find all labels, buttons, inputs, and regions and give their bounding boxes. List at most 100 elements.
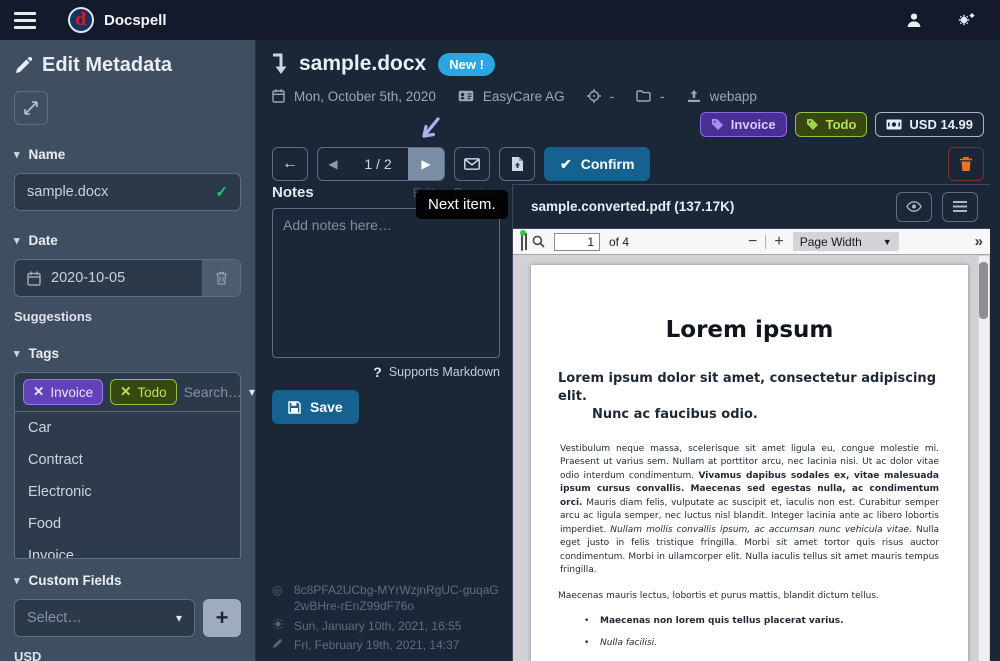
item-info: ◎ 8c8PFA2UCbg-MYrWzjnRgUC-guqaG2wBHre-rE… [272, 579, 500, 653]
user-icon[interactable] [896, 12, 932, 28]
chevron-down-icon: ▾ [249, 385, 255, 399]
caret-down-icon: ▾ [14, 574, 20, 587]
pdf-bullet-item: Maecenas non lorem quis tellus placerat … [558, 615, 941, 628]
item-pager: ◀ 1 / 2 ▶ [317, 147, 445, 181]
tag-icon [711, 118, 724, 131]
caret-down-icon: ▾ [14, 347, 20, 360]
updated-date: Fri, February 19th, 2021, 14:37 [294, 637, 459, 653]
crosshair-icon [587, 89, 601, 103]
date-input[interactable]: 2020-10-05 [15, 270, 202, 286]
pdf-scrollbar[interactable] [978, 256, 989, 661]
floppy-icon [288, 401, 301, 414]
tag-option[interactable]: Electronic [15, 476, 240, 508]
notes-title: Notes [272, 184, 314, 201]
item-header: sample.docx New ! Mon, October 5th, 2020… [256, 40, 1000, 137]
page-count-label: of 4 [609, 235, 629, 249]
custom-field-select[interactable]: Select… ▾ [14, 599, 195, 637]
markdown-hint[interactable]: Supports Markdown [389, 365, 500, 379]
id-card-icon [458, 90, 474, 102]
currency-label: USD [14, 649, 241, 661]
caret-left-icon: ◀ [328, 157, 337, 171]
folder-icon [636, 90, 651, 102]
tag-option[interactable]: Invoice [15, 540, 240, 559]
trash-icon [215, 271, 228, 285]
folder-value[interactable]: - [660, 89, 665, 104]
delete-item-button[interactable] [948, 147, 984, 181]
envelope-icon [464, 158, 480, 170]
close-icon[interactable]: ✕ [33, 384, 44, 400]
expand-sidebar-button[interactable] [14, 91, 48, 125]
notes-textarea[interactable] [272, 208, 500, 358]
upload-icon [687, 89, 701, 103]
tags-multiselect[interactable]: ✕ Invoice ✕ Todo Search… ▾ [14, 372, 241, 412]
source: webapp [710, 89, 757, 104]
correspondent[interactable]: EasyCare AG [483, 89, 565, 104]
name-input-value: sample.docx [27, 184, 215, 200]
expand-icon [24, 101, 38, 115]
previous-item-button[interactable]: ◀ [318, 148, 348, 180]
caret-down-icon: ▾ [14, 234, 20, 247]
sidebar-toggle-icon[interactable] [521, 233, 523, 251]
zoom-in-button[interactable]: + [774, 233, 783, 251]
tag-option[interactable]: Car [15, 412, 240, 444]
name-input[interactable]: sample.docx ✓ [14, 173, 241, 211]
add-custom-field-button[interactable]: + [203, 599, 241, 637]
tags-dropdown: Car Contract Electronic Food Invoice [14, 412, 241, 559]
toolbar-more-icon[interactable]: » [975, 233, 982, 250]
edit-metadata-sidebar: Edit Metadata ▾ Name sample.docx ✓ ▾ Dat… [0, 40, 256, 661]
search-icon[interactable] [532, 235, 545, 248]
calendar-icon [27, 271, 41, 286]
section-header-date[interactable]: ▾ Date [14, 233, 241, 248]
gear-icon [272, 618, 286, 634]
tags-search-placeholder: Search… [184, 384, 242, 400]
page-number-input[interactable] [554, 233, 600, 251]
eye-icon [906, 201, 922, 212]
tag-option[interactable]: Contract [15, 444, 240, 476]
doc-title: Lorem ipsum [558, 317, 941, 343]
attachment-menu-button[interactable] [942, 192, 978, 222]
caret-right-icon: ▶ [421, 157, 430, 171]
scrollbar-thumb[interactable] [979, 262, 988, 319]
back-button[interactable]: ← [272, 147, 308, 181]
amount-badge[interactable]: USD 14.99 [875, 112, 984, 137]
zoom-out-button[interactable]: − [748, 233, 757, 251]
item-title: sample.docx [299, 52, 426, 76]
created-date: Sun, January 10th, 2021, 16:55 [294, 618, 461, 634]
tag-icon [806, 118, 819, 131]
pager-count: 1 / 2 [348, 148, 408, 180]
tag-option[interactable]: Food [15, 508, 240, 540]
section-header-tags[interactable]: ▾ Tags [14, 346, 241, 361]
section-header-custom-fields[interactable]: ▾ Custom Fields [14, 573, 241, 588]
save-notes-button[interactable]: Save [272, 390, 359, 424]
send-mail-button[interactable] [454, 147, 490, 181]
gear-icon[interactable] [946, 12, 986, 28]
next-item-button[interactable]: ▶ [408, 148, 444, 180]
hamburger-menu-icon[interactable] [14, 12, 36, 29]
date-input-value: 2020-10-05 [51, 270, 125, 286]
section-header-name[interactable]: ▾ Name [14, 147, 241, 162]
money-bill-icon [886, 119, 902, 130]
app-brand[interactable]: d Docspell [68, 7, 167, 33]
cursor-arrow-icon [414, 116, 442, 146]
pdf-viewer[interactable]: Lorem ipsum Lorem ipsum dolor sit amet, … [513, 255, 990, 661]
zoom-select[interactable]: Page Width ▼ [793, 232, 899, 251]
tag-badge-invoice[interactable]: Invoice [700, 112, 787, 137]
tag-chip-todo[interactable]: ✕ Todo [110, 379, 177, 405]
new-badge[interactable]: New ! [438, 53, 495, 76]
calendar-icon [272, 89, 285, 103]
notes-panel: Notes Edit • Preview ? Supports Markdown [256, 184, 512, 661]
item-toolbar: ← ◀ 1 / 2 ▶ ✔ Confirm [256, 147, 1000, 181]
tag-badge-todo[interactable]: Todo [795, 112, 868, 137]
tag-chip-invoice[interactable]: ✕ Invoice [23, 379, 103, 405]
item-date[interactable]: Mon, October 5th, 2020 [294, 89, 436, 104]
menu-icon [953, 201, 967, 212]
close-icon[interactable]: ✕ [120, 384, 131, 400]
preview-toggle-button[interactable] [896, 192, 932, 222]
concerning[interactable]: - [610, 89, 615, 104]
confirm-button[interactable]: ✔ Confirm [544, 147, 650, 181]
clear-date-button[interactable] [202, 260, 240, 296]
check-icon: ✔ [560, 156, 572, 173]
suggestions-label: Suggestions [14, 309, 241, 324]
add-files-button[interactable] [499, 147, 535, 181]
docspell-logo: d [68, 7, 94, 33]
